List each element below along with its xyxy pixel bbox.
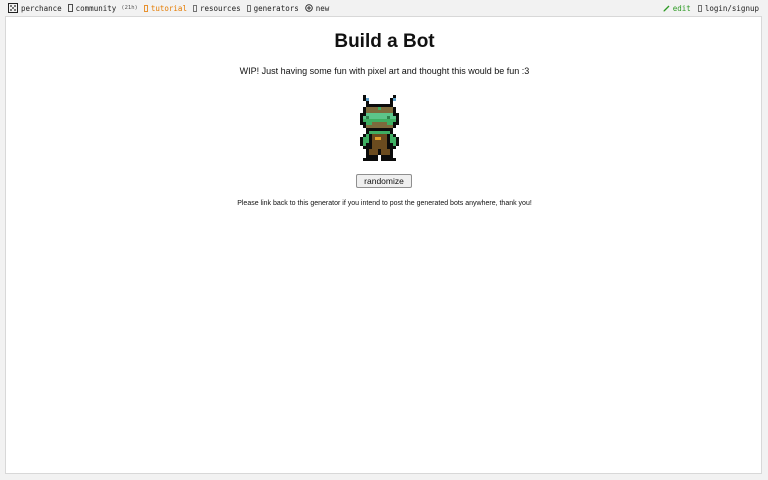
page-title: Build a Bot [334, 31, 435, 52]
randomize-button[interactable]: randomize [356, 174, 412, 188]
community-count-badge: (21h) [121, 5, 138, 11]
page-subtitle: WIP! Just having some fun with pixel art… [239, 66, 530, 76]
pixel-robot-sprite [360, 95, 399, 161]
nav-generators-link[interactable]: generators [246, 2, 299, 14]
folder-icon [193, 4, 197, 12]
nav-right: edit login/signup [663, 2, 759, 14]
nav-brand-link[interactable]: perchance [8, 2, 62, 14]
nav-generators-label: generators [253, 3, 299, 13]
nav-community-link[interactable]: community (21h) [67, 2, 138, 14]
generator-panel: Build a Bot WIP! Just having some fun wi… [5, 16, 762, 474]
nav-new-label: new [315, 3, 330, 13]
nav-edit-label: edit [672, 3, 691, 13]
link-back-note: Please link back to this generator if yo… [237, 200, 532, 207]
nav-login-label: login/signup [704, 3, 759, 13]
list-icon [246, 4, 251, 12]
nav-login-link[interactable]: login/signup [697, 2, 759, 14]
user-icon [697, 4, 702, 12]
top-navbar: perchance community (21h) tutorial resou… [0, 0, 768, 16]
nav-new-link[interactable]: new [305, 2, 330, 14]
nav-edit-link[interactable]: edit [663, 2, 691, 14]
bot-image [357, 92, 405, 164]
nav-resources-label: resources [199, 3, 241, 13]
plus-circle-icon [305, 4, 313, 12]
nav-brand-label: perchance [21, 3, 62, 13]
dice-icon [8, 3, 18, 13]
nav-community-label: community [75, 3, 117, 13]
book-icon [143, 4, 148, 12]
nav-tutorial-label: tutorial [150, 3, 187, 13]
chat-icon [67, 4, 73, 12]
nav-resources-link[interactable]: resources [193, 2, 241, 14]
nav-left: perchance community (21h) tutorial resou… [8, 2, 329, 14]
pencil-icon [663, 5, 670, 12]
nav-tutorial-link[interactable]: tutorial [143, 2, 187, 14]
